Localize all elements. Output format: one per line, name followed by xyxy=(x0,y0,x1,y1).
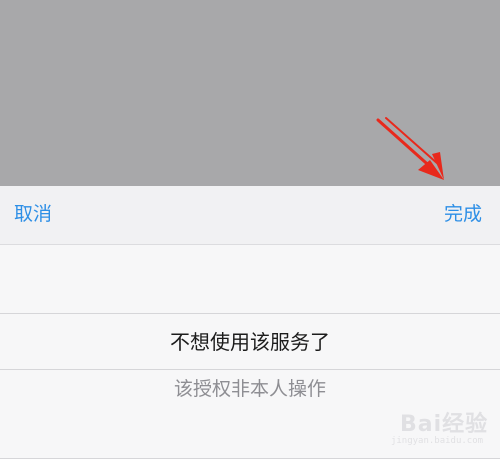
baidu-jingyan-logo-icon: Bai经验 xyxy=(400,412,489,437)
picker-option-selected[interactable]: 不想使用该服务了 xyxy=(0,314,500,370)
cancel-button[interactable]: 取消 xyxy=(14,200,52,228)
done-button[interactable]: 完成 xyxy=(444,200,482,228)
watermark-text: jingyan.baidu.com xyxy=(390,436,484,446)
picker-selection-bottom-line xyxy=(0,369,500,370)
red-arrow-icon xyxy=(376,117,444,180)
picker-option[interactable]: 该授权非本人操作 xyxy=(0,375,500,403)
picker-toolbar: 取消 完成 xyxy=(0,186,500,245)
watermark: Bai经验 jingyan.baidu.com xyxy=(382,404,492,454)
